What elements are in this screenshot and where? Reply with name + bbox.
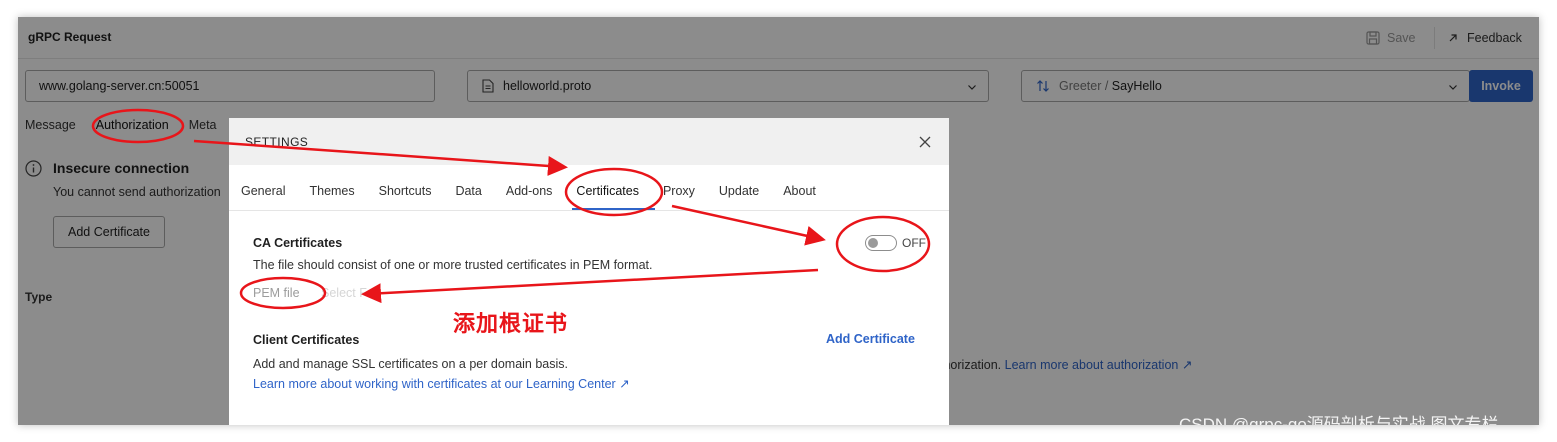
toggle-knob [868, 238, 878, 248]
active-tab-indicator [572, 208, 655, 210]
toggle-state-label: OFF [902, 236, 926, 250]
close-icon[interactable] [917, 134, 933, 150]
learning-center-link[interactable]: Learn more about working with certificat… [253, 376, 630, 391]
ca-certificates-toggle[interactable] [865, 235, 897, 251]
select-file-button[interactable]: Select F [321, 286, 367, 300]
app-window: gRPC Request Save Feedback www.golang-se… [18, 17, 1539, 425]
pem-file-label: PEM file [253, 286, 300, 300]
tab-themes[interactable]: Themes [309, 184, 354, 198]
tab-add-ons[interactable]: Add-ons [506, 184, 553, 198]
dialog-header: SETTINGS [229, 118, 949, 165]
tab-certificates[interactable]: Certificates [576, 184, 639, 198]
annotation-text: 添加根证书 [453, 311, 569, 336]
settings-dialog: SETTINGS General Themes Shortcuts Data A… [229, 118, 949, 425]
tab-shortcuts[interactable]: Shortcuts [379, 184, 432, 198]
tabs-divider [229, 210, 949, 211]
client-certificates-description: Add and manage SSL certificates on a per… [253, 357, 569, 371]
add-client-certificate-button[interactable]: Add Certificate [826, 332, 915, 346]
settings-tabs: General Themes Shortcuts Data Add-ons Ce… [241, 184, 816, 198]
tab-about[interactable]: About [783, 184, 816, 198]
tab-data[interactable]: Data [455, 184, 481, 198]
tab-proxy[interactable]: Proxy [663, 184, 695, 198]
ca-certificates-description: The file should consist of one or more t… [253, 258, 653, 272]
dialog-title: SETTINGS [245, 135, 309, 149]
tab-update[interactable]: Update [719, 184, 759, 198]
tab-general[interactable]: General [241, 184, 285, 198]
ca-certificates-title: CA Certificates [253, 236, 343, 250]
client-certificates-title: Client Certificates [253, 333, 360, 347]
watermark: CSDN @grpc-go源码剖析与实战 图文专栏 [1179, 415, 1499, 425]
